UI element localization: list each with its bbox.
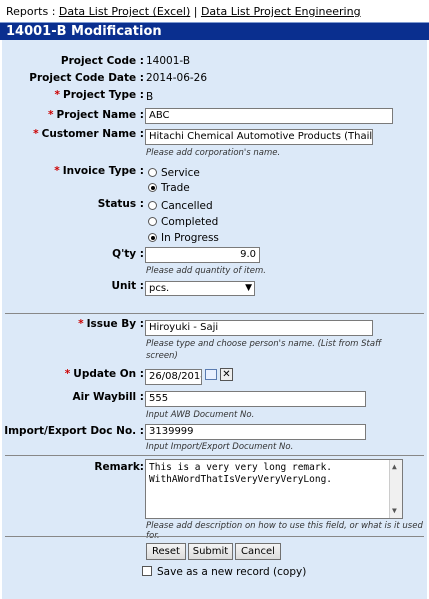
status-in-progress-label: In Progress <box>161 232 219 244</box>
remark-hint: Please add description on how to use thi… <box>146 521 423 541</box>
status-cancelled-label: Cancelled <box>161 200 213 212</box>
invoice-type-row-label: * Invoice Type : <box>54 165 144 177</box>
project-name-input[interactable]: ABC <box>145 108 393 124</box>
section-divider <box>5 455 424 456</box>
invoice-type-trade-option[interactable]: Trade <box>148 182 190 194</box>
issue-by-hint-line2: screen) <box>146 351 178 361</box>
air-waybill-input[interactable]: 555 <box>145 391 366 407</box>
customer-name-hint: Please add corporation's name. <box>146 148 281 158</box>
remark-label: Remark: <box>94 461 144 473</box>
required-mark: * <box>48 109 54 121</box>
unit-selected-value: pcs. <box>149 283 170 294</box>
reports-divider: | <box>190 5 201 18</box>
radio-service[interactable] <box>148 168 157 177</box>
issue-by-row-label: * Issue By : <box>78 318 144 330</box>
project-name-row-label: * Project Name : <box>48 109 144 121</box>
status-cancelled-option[interactable]: Cancelled <box>148 200 213 212</box>
radio-trade[interactable] <box>148 183 157 192</box>
radio-cancelled[interactable] <box>148 201 157 210</box>
customer-name-input[interactable]: Hitachi Chemical Automotive Products (Th… <box>145 129 373 145</box>
project-name-label: Project Name : <box>56 109 145 121</box>
import-export-label: Import/Export Doc No. : <box>4 425 144 437</box>
remark-line1: This is a very very long remark. <box>149 462 333 473</box>
report-link-engineering[interactable]: Data List Project Engineering <box>201 5 361 18</box>
page-title: 14001-B Modification <box>0 22 429 40</box>
status-in-progress-option[interactable]: In Progress <box>148 232 219 244</box>
invoice-type-trade-label: Trade <box>161 182 190 194</box>
project-code-date-label: Project Code Date : <box>29 72 144 84</box>
issue-by-input[interactable]: Hiroyuki - Saji <box>145 320 373 336</box>
qty-input[interactable]: 9.0 <box>145 247 260 263</box>
scroll-up-icon: ▲ <box>392 462 397 471</box>
project-code-date-value: 2014-06-26 <box>146 72 208 84</box>
update-on-row-label: * Update On : <box>65 368 144 380</box>
status-completed-option[interactable]: Completed <box>148 216 218 228</box>
import-export-hint: Input Import/Export Document No. <box>146 442 294 452</box>
qty-label: Q'ty : <box>112 248 144 260</box>
air-waybill-hint: Input AWB Document No. <box>146 410 255 420</box>
project-code-value: 14001-B <box>146 55 191 67</box>
unit-label: Unit : <box>111 280 144 292</box>
invoice-type-service-label: Service <box>161 167 200 179</box>
project-type-value: B <box>146 91 154 103</box>
remark-line2: WithAWordThatIsVeryVeryVeryLong. <box>149 474 333 485</box>
customer-name-label: Customer Name : <box>41 128 144 140</box>
required-mark: * <box>54 165 60 177</box>
remark-scrollbar[interactable]: ▲ ▼ <box>389 460 402 518</box>
section-divider <box>5 536 424 537</box>
project-type-label: Project Type : <box>63 89 144 101</box>
customer-name-row-label: * Customer Name : <box>33 128 144 140</box>
report-link-excel[interactable]: Data List Project (Excel) <box>59 5 190 18</box>
air-waybill-label: Air Waybill : <box>72 391 144 403</box>
import-export-input[interactable]: 3139999 <box>145 424 366 440</box>
clear-date-icon[interactable]: ✕ <box>220 368 233 381</box>
required-mark: * <box>64 368 71 380</box>
update-on-input[interactable]: 26/08/2014 <box>145 369 202 385</box>
save-as-new-checkbox[interactable] <box>142 566 152 576</box>
radio-in-progress[interactable] <box>148 233 157 242</box>
project-code-label: Project Code : <box>60 55 144 67</box>
submit-button[interactable]: Submit <box>188 543 233 560</box>
frame-border-left <box>0 40 2 599</box>
reports-bar: Reports : Data List Project (Excel) | Da… <box>0 0 429 22</box>
project-type-row-label: * Project Type : <box>55 89 144 101</box>
radio-completed[interactable] <box>148 217 157 226</box>
issue-by-label: Issue By : <box>86 318 144 330</box>
cancel-button[interactable]: Cancel <box>235 543 281 560</box>
required-mark: * <box>54 89 61 101</box>
status-label: Status : <box>97 198 144 210</box>
remark-textarea[interactable]: This is a very very long remark. WithAWo… <box>145 459 403 519</box>
required-mark: * <box>78 318 84 330</box>
invoice-type-service-option[interactable]: Service <box>148 167 200 179</box>
update-on-label: Update On : <box>73 368 144 380</box>
section-divider <box>5 313 424 314</box>
status-completed-label: Completed <box>161 216 219 228</box>
scroll-down-icon: ▼ <box>392 506 397 515</box>
qty-hint: Please add quantity of item. <box>146 266 266 276</box>
chevron-down-icon: ▼ <box>245 283 252 293</box>
unit-select[interactable]: pcs. ▼ <box>145 281 255 296</box>
invoice-type-label: Invoice Type : <box>62 165 144 177</box>
reset-button[interactable]: Reset <box>146 543 186 560</box>
issue-by-hint-line1: Please type and choose person's name. (L… <box>146 339 382 349</box>
save-as-new-label: Save as a new record (copy) <box>157 566 307 578</box>
calendar-icon[interactable] <box>205 369 217 380</box>
required-mark: * <box>33 128 39 140</box>
reports-label: Reports : <box>6 5 59 18</box>
